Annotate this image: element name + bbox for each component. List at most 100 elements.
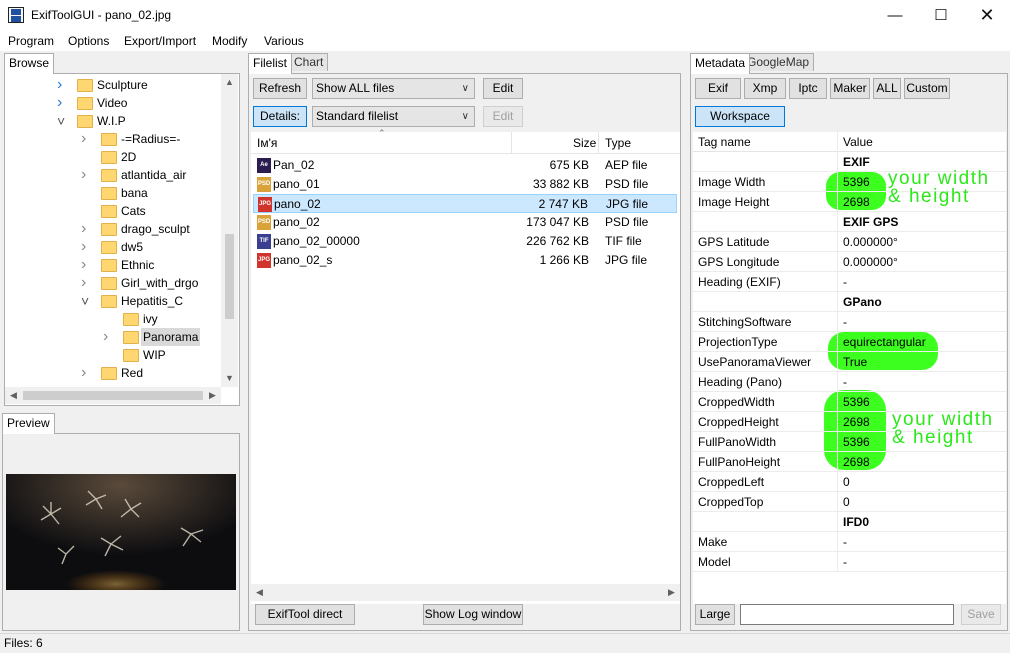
tree-item[interactable]: WIP [5, 346, 219, 364]
metadata-row[interactable]: ProjectionType equirectangular [693, 332, 1006, 352]
metadata-edit-field[interactable] [740, 604, 954, 625]
scroll-down-icon[interactable]: ▼ [221, 370, 238, 387]
metadata-row[interactable]: GPS Latitude 0.000000° [693, 232, 1006, 252]
workspace-button[interactable]: Workspace [695, 106, 785, 127]
tree-item[interactable]: › Red [5, 364, 219, 382]
iptc-button[interactable]: Iptc [789, 78, 827, 99]
metadata-row[interactable]: Model - [693, 552, 1006, 572]
metadata-group-row[interactable]: GPano [693, 292, 1006, 312]
file-row[interactable]: JPG pano_02_s 1 266 KB JPG file [253, 251, 677, 270]
tab-chart[interactable]: Chart [289, 53, 329, 71]
metadata-row[interactable]: FullPanoHeight 2698 [693, 452, 1006, 472]
file-list[interactable]: ⌃ Ім'я Size Type Ae Pan_02 675 KB AEP file P… [251, 128, 680, 604]
metadata-row[interactable]: UsePanoramaViewer True [693, 352, 1006, 372]
file-row[interactable]: PSD pano_01 33 882 KB PSD file [253, 175, 677, 194]
tree-item[interactable]: › Video [5, 94, 219, 112]
tab-metadata[interactable]: Metadata [690, 53, 751, 74]
scroll-up-icon[interactable]: ▲ [221, 74, 238, 91]
tab-googlemap[interactable]: GoogleMap [742, 53, 815, 71]
metadata-row[interactable]: Heading (EXIF) - [693, 272, 1006, 292]
tab-browse[interactable]: Browse [4, 53, 55, 74]
chevron-right-icon[interactable]: › [103, 328, 113, 346]
metadata-row[interactable]: Make - [693, 532, 1006, 552]
close-button[interactable]: ✕ [964, 0, 1010, 31]
tree-item[interactable]: › -=Radius=- [5, 130, 219, 148]
tree-vertical-scrollbar[interactable]: ▲ ▼ [221, 74, 238, 387]
column-name[interactable]: Ім'я [257, 136, 277, 150]
metadata-grid[interactable]: Tag name Value EXIF Image Width 5396 Image … [693, 132, 1006, 604]
menu-various[interactable]: Various [264, 34, 304, 48]
tree-item[interactable]: › Panorama [5, 328, 219, 346]
scroll-thumb[interactable] [23, 391, 203, 400]
column-type[interactable]: Type [605, 136, 631, 150]
large-button[interactable]: Large [695, 604, 735, 625]
metadata-group-row[interactable]: EXIF GPS [693, 212, 1006, 232]
tree-item[interactable]: 2D [5, 148, 219, 166]
tree-item[interactable]: › atlantida_air [5, 166, 219, 184]
details-button[interactable]: Details: [253, 106, 307, 127]
chevron-right-icon[interactable]: › [81, 364, 91, 382]
chevron-right-icon[interactable]: › [81, 274, 91, 292]
chevron-right-icon[interactable]: › [57, 94, 67, 112]
exif-button[interactable]: Exif [695, 78, 741, 99]
scroll-thumb[interactable] [225, 234, 234, 319]
file-row[interactable]: TIF pano_02_00000 226 762 KB TIF file [253, 232, 677, 251]
save-button[interactable]: Save [961, 604, 1001, 625]
tab-filelist[interactable]: Filelist [248, 53, 293, 74]
maximize-button[interactable]: ☐ [918, 0, 964, 31]
edit-details-button[interactable]: Edit [483, 106, 523, 127]
metadata-row[interactable]: CroppedLeft 0 [693, 472, 1006, 492]
tree-item[interactable]: ivy [5, 310, 219, 328]
scroll-left-icon[interactable]: ◀ [5, 387, 22, 404]
column-tag-name[interactable]: Tag name [698, 132, 751, 152]
chevron-down-icon[interactable]: ˅ [81, 292, 91, 310]
file-row[interactable]: JPG pano_02 2 747 KB JPG file [253, 194, 677, 213]
show-log-button[interactable]: Show Log window [423, 604, 523, 625]
chevron-right-icon[interactable]: › [81, 256, 91, 274]
chevron-down-icon[interactable]: ˅ [57, 112, 67, 130]
exiftool-direct-button[interactable]: ExifTool direct [255, 604, 355, 625]
column-size[interactable]: Size [573, 136, 596, 150]
tab-preview[interactable]: Preview [2, 413, 55, 434]
scroll-right-icon[interactable]: ▶ [663, 584, 680, 601]
chevron-right-icon[interactable]: › [81, 238, 91, 256]
filelist-details-select[interactable]: Standard filelist ∨ [312, 106, 475, 127]
all-button[interactable]: ALL [873, 78, 901, 99]
refresh-button[interactable]: Refresh [253, 78, 307, 99]
tree-item[interactable]: ˅ Hepatitis_C [5, 292, 219, 310]
scroll-left-icon[interactable]: ◀ [251, 584, 268, 601]
tree-item[interactable]: › drago_sculpt [5, 220, 219, 238]
metadata-row[interactable]: GPS Longitude 0.000000° [693, 252, 1006, 272]
file-row[interactable]: Ae Pan_02 675 KB AEP file [253, 156, 677, 175]
filelist-horizontal-scrollbar[interactable]: ◀ ▶ [251, 584, 680, 601]
menu-options[interactable]: Options [68, 34, 109, 48]
menu-export-import[interactable]: Export/Import [124, 34, 196, 48]
tree-item[interactable]: › dw5 [5, 238, 219, 256]
chevron-right-icon[interactable]: › [57, 76, 67, 94]
file-row[interactable]: PSD pano_02 173 047 KB PSD file [253, 213, 677, 232]
tree-horizontal-scrollbar[interactable]: ◀ ▶ [5, 387, 221, 404]
metadata-row[interactable]: Heading (Pano) - [693, 372, 1006, 392]
tree-item[interactable]: ˅ W.I.P [5, 112, 219, 130]
scroll-right-icon[interactable]: ▶ [204, 387, 221, 404]
chevron-right-icon[interactable]: › [81, 220, 91, 238]
tree-item[interactable]: › Girl_with_drgo [5, 274, 219, 292]
tree-item[interactable]: bana [5, 184, 219, 202]
custom-button[interactable]: Custom [904, 78, 950, 99]
tree-item[interactable]: Cats [5, 202, 219, 220]
metadata-group-row[interactable]: IFD0 [693, 512, 1006, 532]
column-value[interactable]: Value [843, 132, 873, 152]
xmp-button[interactable]: Xmp [744, 78, 786, 99]
metadata-row[interactable]: StitchingSoftware - [693, 312, 1006, 332]
tree-item[interactable]: › Ethnic [5, 256, 219, 274]
metadata-row[interactable]: CroppedTop 0 [693, 492, 1006, 512]
file-filter-select[interactable]: Show ALL files ∨ [312, 78, 475, 99]
chevron-right-icon[interactable]: › [81, 130, 91, 148]
menu-modify[interactable]: Modify [212, 34, 247, 48]
maker-button[interactable]: Maker [830, 78, 870, 99]
chevron-right-icon[interactable]: › [81, 166, 91, 184]
tree-item[interactable]: › Sculpture [5, 76, 219, 94]
minimize-button[interactable]: — [872, 0, 918, 31]
menu-program[interactable]: Program [8, 34, 54, 48]
edit-filter-button[interactable]: Edit [483, 78, 523, 99]
